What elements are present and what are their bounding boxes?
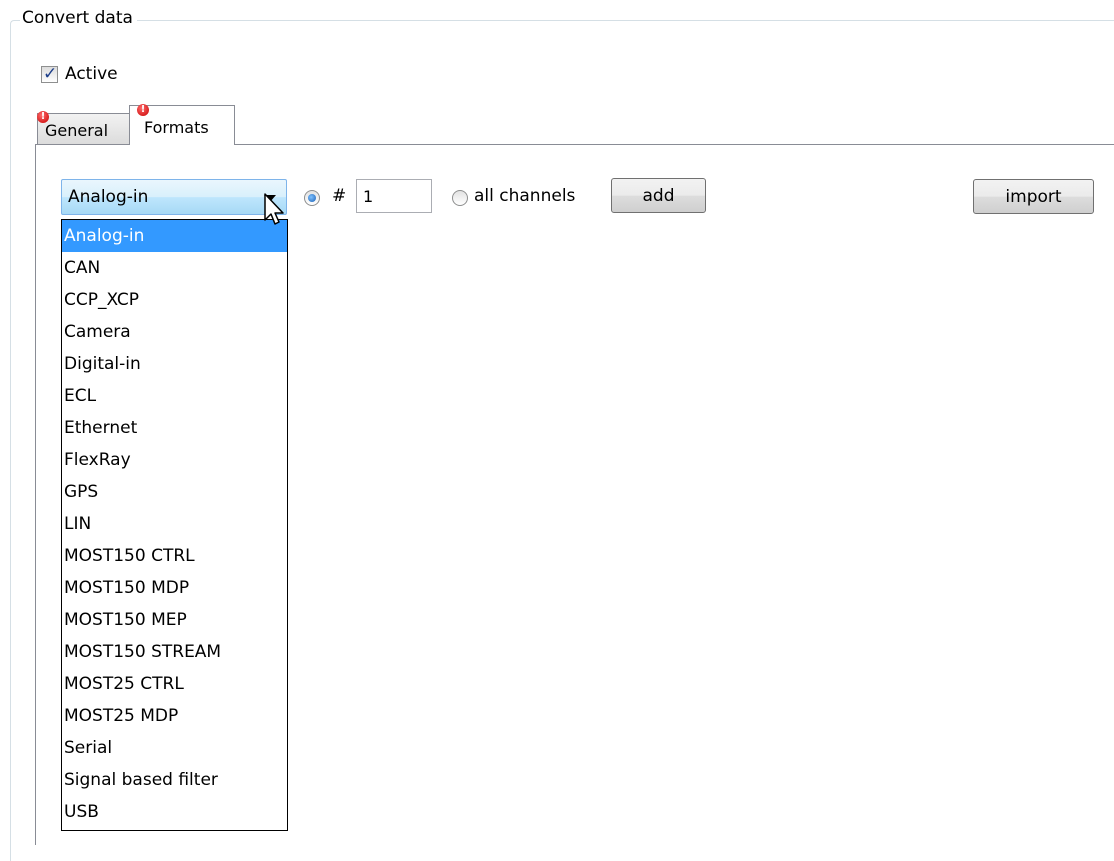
group-title: Convert data	[20, 6, 137, 30]
channel-number-input[interactable]	[356, 179, 432, 213]
dropdown-option[interactable]: FlexRay	[62, 444, 287, 476]
combobox-value: Analog-in	[68, 187, 149, 207]
dropdown-option[interactable]: MOST25 CTRL	[62, 668, 287, 700]
dropdown-option[interactable]: MOST150 CTRL	[62, 540, 287, 572]
all-channels-radio[interactable]	[452, 190, 468, 206]
all-channels-label[interactable]: all channels	[474, 186, 575, 206]
mouse-pointer-icon	[264, 193, 284, 225]
dropdown-option[interactable]: MOST150 MDP	[62, 572, 287, 604]
add-button[interactable]: add	[611, 178, 706, 213]
dropdown-option[interactable]: Serial	[62, 732, 287, 764]
active-label[interactable]: Active	[65, 64, 118, 84]
error-icon: !	[137, 104, 149, 116]
dropdown-option[interactable]: MOST150 MEP	[62, 604, 287, 636]
dropdown-option[interactable]: GPS	[62, 476, 287, 508]
dropdown-option[interactable]: Analog-in	[62, 220, 287, 252]
checkmark-icon: ✓	[43, 63, 58, 84]
dropdown-option[interactable]: ECL	[62, 380, 287, 412]
tab-general-label: General	[45, 121, 109, 140]
active-checkbox-row[interactable]: ✓ Active	[41, 62, 118, 86]
radio-selected-dot	[308, 194, 316, 202]
dropdown-option[interactable]: Digital-in	[62, 348, 287, 380]
panel-bottom-edge	[35, 831, 1114, 837]
dropdown-option[interactable]: CCP_XCP	[62, 284, 287, 316]
tab-formats-label: Formats	[144, 118, 209, 137]
dropdown-option[interactable]: CAN	[62, 252, 287, 284]
channel-number-radio[interactable]	[304, 190, 320, 206]
active-checkbox[interactable]: ✓	[41, 63, 58, 84]
import-button[interactable]: import	[973, 179, 1094, 214]
dropdown-option[interactable]: Signal based filter	[62, 764, 287, 796]
dropdown-option[interactable]: USB	[62, 796, 287, 828]
source-type-combobox[interactable]: Analog-in	[61, 179, 287, 215]
tab-general[interactable]: ! General	[37, 111, 130, 144]
dropdown-option[interactable]: MOST25 MDP	[62, 700, 287, 732]
hash-label: #	[332, 186, 347, 206]
dropdown-option[interactable]: MOST150 STREAM	[62, 636, 287, 668]
source-type-dropdown-list: Analog-in CAN CCP_XCP Camera Digital-in …	[61, 219, 288, 831]
tab-formats[interactable]: ! Formats	[129, 104, 235, 145]
dropdown-option[interactable]: LIN	[62, 508, 287, 540]
dropdown-option[interactable]: Ethernet	[62, 412, 287, 444]
dropdown-option[interactable]: Camera	[62, 316, 287, 348]
